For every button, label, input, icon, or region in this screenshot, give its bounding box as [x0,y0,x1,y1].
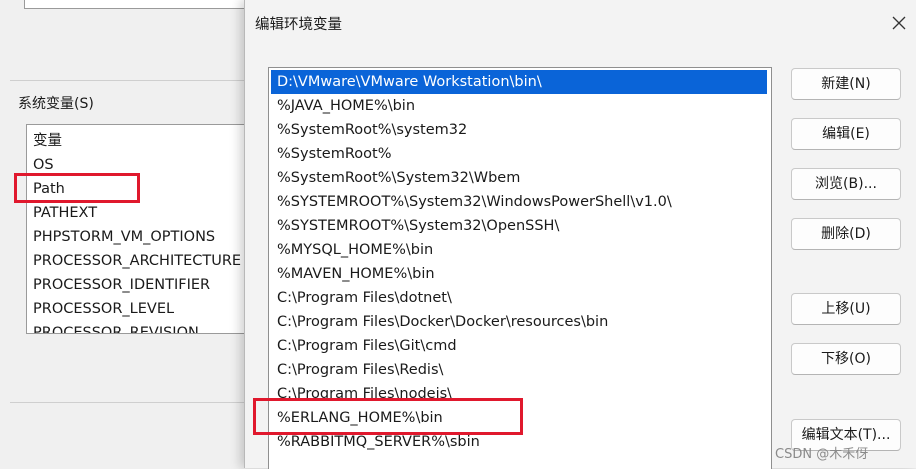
list-item[interactable]: PHPSTORM_VM_OPTIONS [33,225,215,249]
list-item[interactable]: PROCESSOR_ARCHITECTURE [33,249,241,273]
path-entry[interactable]: %MYSQL_HOME%\bin [271,238,767,262]
path-entry[interactable]: %SYSTEMROOT%\System32\OpenSSH\ [271,214,767,238]
group-divider-bottom [10,402,246,403]
list-item[interactable]: PROCESSOR_REVISION [33,321,199,333]
move-up-button[interactable]: 上移(U) [791,293,901,325]
path-entry[interactable]: %SystemRoot% [271,142,767,166]
watermark: CSDN @木禾伢 [775,447,869,462]
annotation-box-path [14,173,140,203]
path-entry[interactable]: C:\Program Files\Git\cmd [271,334,767,358]
delete-button[interactable]: 删除(D) [791,218,901,250]
system-variables-list[interactable]: 变量 OS Path PATHEXT PHPSTORM_VM_OPTIONS P… [26,124,260,334]
move-down-button[interactable]: 下移(O) [791,343,901,375]
path-entry[interactable]: %JAVA_HOME%\bin [271,94,767,118]
group-divider [10,80,246,81]
path-entry[interactable]: C:\Program Files\Docker\Docker\resources… [271,310,767,334]
close-icon [892,16,906,30]
dialog-title: 编辑环境变量 [255,17,342,33]
edit-environment-variable-dialog: 编辑环境变量 D:\VMware\VMware Workstation\bin\… [244,0,916,469]
list-item[interactable]: PROCESSOR_IDENTIFIER [33,273,210,297]
path-entry[interactable]: %MAVEN_HOME%\bin [271,262,767,286]
system-variables-label: 系统变量(S) [18,96,94,112]
edit-button[interactable]: 编辑(E) [791,118,901,150]
column-header-variable[interactable]: 变量 [33,129,62,153]
path-entry[interactable]: C:\Program Files\dotnet\ [271,286,767,310]
path-entry[interactable]: %SystemRoot%\system32 [271,118,767,142]
path-entry[interactable]: C:\Program Files\Redis\ [271,358,767,382]
path-entry[interactable]: %SYSTEMROOT%\System32\WindowsPowerShell\… [271,190,767,214]
list-item[interactable]: PROCESSOR_LEVEL [33,297,174,321]
new-button[interactable]: 新建(N) [791,68,901,100]
path-entry-selected[interactable]: D:\VMware\VMware Workstation\bin\ [271,70,767,94]
annotation-box-erlang [253,398,523,435]
list-item[interactable]: PATHEXT [33,201,97,225]
close-button[interactable] [885,10,913,36]
browse-button[interactable]: 浏览(B)... [791,168,901,200]
path-entry[interactable]: %SystemRoot%\System32\Wbem [271,166,767,190]
